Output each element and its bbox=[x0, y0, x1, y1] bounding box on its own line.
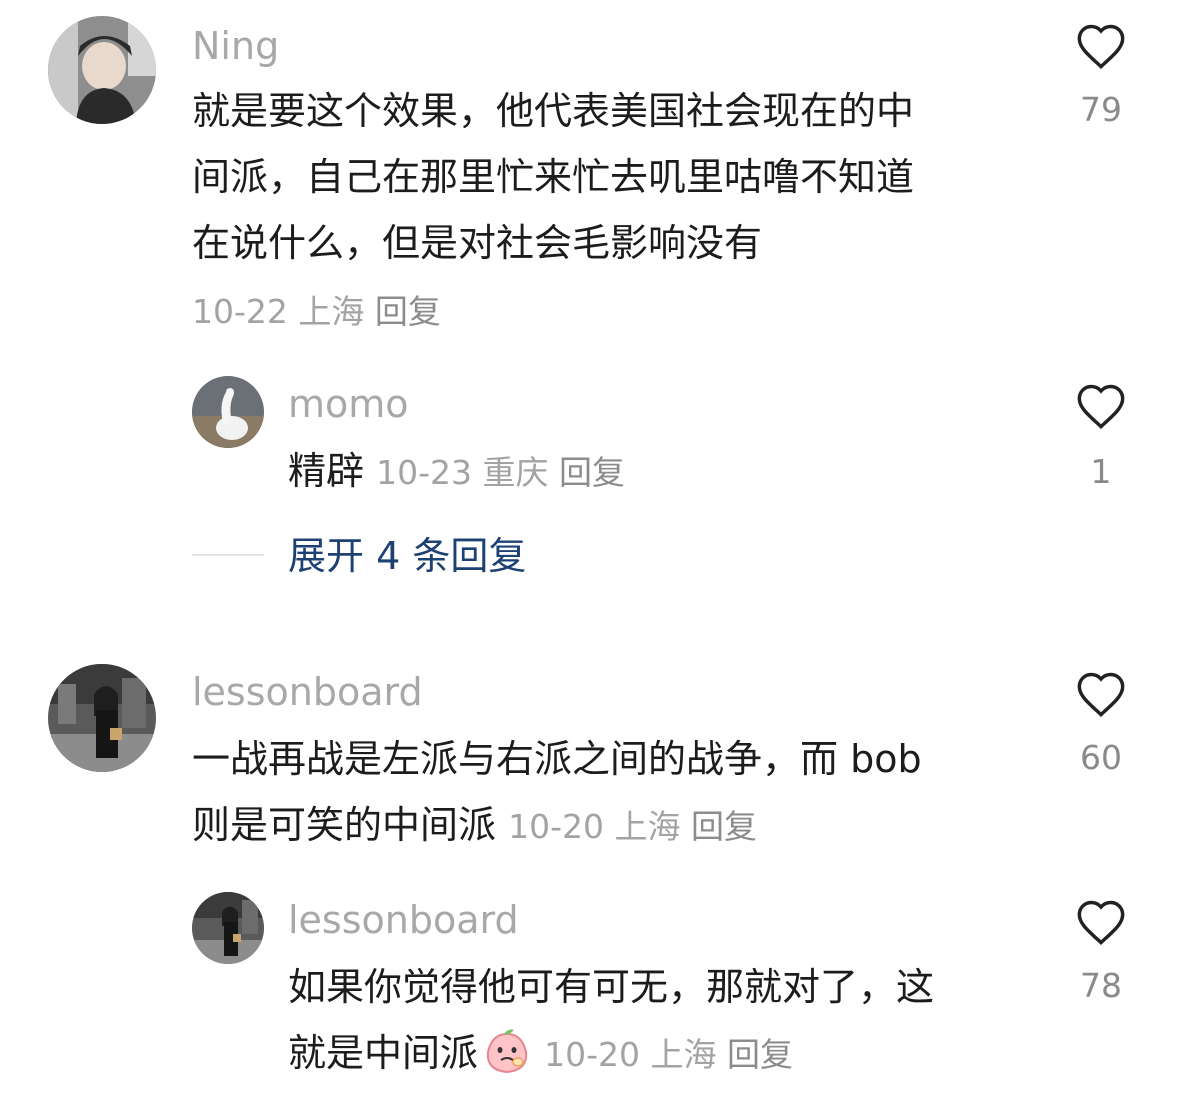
reply-location: 上海 bbox=[650, 1035, 717, 1074]
comment-meta: 10-22 上海 回复 bbox=[192, 276, 1012, 348]
like-button[interactable]: 1 bbox=[1071, 382, 1131, 492]
reply-date: 10-23 bbox=[376, 453, 472, 492]
heart-outline-icon bbox=[1077, 384, 1125, 429]
comment-text-line: 则是可笑的中间派 bbox=[192, 803, 497, 847]
like-count: 78 bbox=[1080, 966, 1122, 1005]
heart-outline-icon bbox=[1077, 672, 1125, 717]
like-button[interactable]: 78 bbox=[1071, 898, 1131, 1006]
comment-text-line: 间派，自己在那里忙来忙去叽里咕噜不知道 bbox=[192, 155, 915, 199]
reply-button[interactable]: 回复 bbox=[559, 453, 625, 492]
heart-outline-icon bbox=[1077, 24, 1125, 69]
comment-meta: 10-20 上海 回复 bbox=[508, 807, 757, 846]
reply-meta: 10-23 重庆 回复 bbox=[376, 453, 625, 492]
comment-location: 上海 bbox=[298, 292, 365, 331]
comment-username[interactable]: Ning bbox=[192, 24, 279, 68]
reply-username[interactable]: lessonboard bbox=[288, 898, 519, 942]
reply-text: 如果你觉得他可有可无，那就对了，这 就是中间派 10-20 上海 回复 bbox=[288, 954, 1028, 1088]
like-button[interactable]: 60 bbox=[1071, 670, 1131, 778]
reply-username[interactable]: momo bbox=[288, 382, 409, 426]
expand-replies-label[interactable]: 展开 4 条回复 bbox=[288, 534, 526, 578]
like-count: 60 bbox=[1080, 738, 1122, 777]
comment-text: 就是要这个效果，他代表美国社会现在的中 间派，自己在那里忙来忙去叽里咕噜不知道 … bbox=[192, 78, 1012, 348]
comment-text-last-line: 则是可笑的中间派 10-20 上海 回复 bbox=[192, 792, 1032, 860]
reply-text-content: 精辟 bbox=[288, 449, 365, 493]
like-count: 79 bbox=[1080, 90, 1122, 129]
comment-text-line: 就是要这个效果，他代表美国社会现在的中 bbox=[192, 89, 915, 133]
reply-text-line: 如果你觉得他可有可无，那就对了，这 bbox=[288, 965, 935, 1009]
reply-button[interactable]: 回复 bbox=[691, 807, 757, 846]
reply-location: 重庆 bbox=[482, 453, 549, 492]
comment-text-line: 在说什么，但是对社会毛影响没有 bbox=[192, 221, 763, 265]
reply-text: 精辟 10-23 重庆 回复 bbox=[288, 438, 625, 506]
comment-text-line: 一战再战是左派与右派之间的战争，而 bob bbox=[192, 737, 922, 781]
comment-date: 10-20 bbox=[508, 807, 604, 846]
avatar[interactable] bbox=[192, 376, 264, 448]
comment-date: 10-22 bbox=[192, 292, 288, 331]
reply-text-line: 就是中间派 bbox=[288, 1031, 479, 1075]
reply-button[interactable]: 回复 bbox=[375, 292, 441, 331]
avatar[interactable] bbox=[48, 16, 156, 124]
comment-username[interactable]: lessonboard bbox=[192, 670, 423, 714]
reply-date: 10-20 bbox=[544, 1035, 640, 1074]
avatar[interactable] bbox=[192, 892, 264, 964]
like-count: 1 bbox=[1090, 452, 1112, 491]
reply-text-last-line: 就是中间派 10-20 上海 回复 bbox=[288, 1020, 1028, 1088]
avatar[interactable] bbox=[48, 664, 156, 772]
heart-outline-icon bbox=[1077, 900, 1125, 945]
reply-button[interactable]: 回复 bbox=[727, 1035, 793, 1074]
reply-meta: 10-20 上海 回复 bbox=[544, 1035, 793, 1074]
expand-divider bbox=[192, 554, 264, 556]
like-button[interactable]: 79 bbox=[1071, 22, 1131, 130]
comment-location: 上海 bbox=[614, 807, 681, 846]
comment-text: 一战再战是左派与右派之间的战争，而 bob 则是可笑的中间派 10-20 上海 … bbox=[192, 726, 1032, 860]
peach-emoji-icon bbox=[482, 1026, 532, 1076]
